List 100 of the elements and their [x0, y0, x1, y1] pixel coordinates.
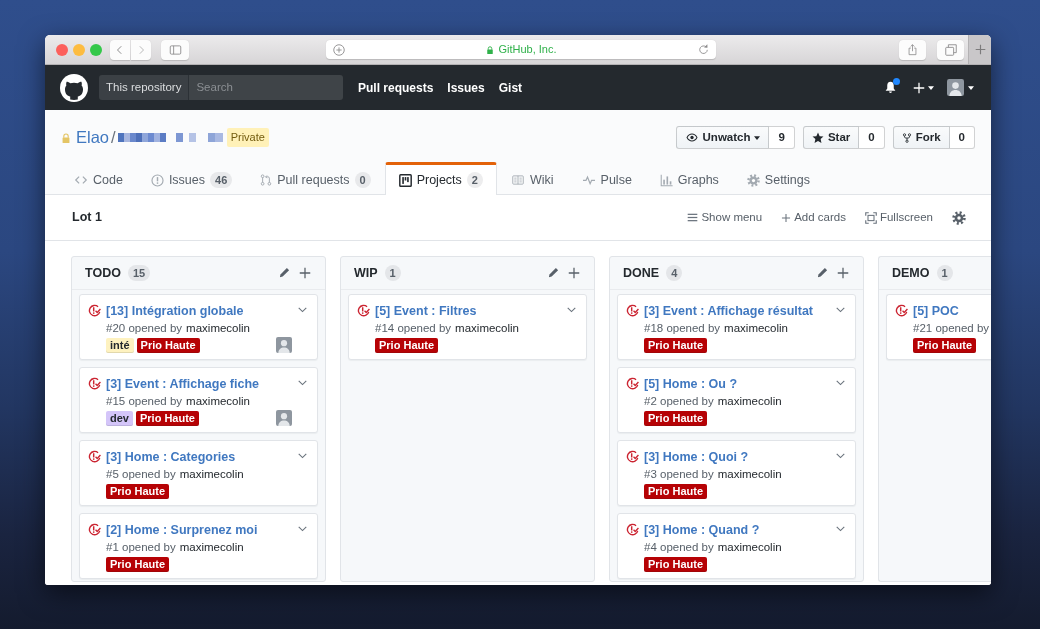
issue-icon: [150, 173, 164, 187]
fork-count[interactable]: 0: [949, 126, 975, 149]
column-name: DONE: [623, 264, 660, 282]
author-link[interactable]: maximecolin: [179, 466, 244, 483]
repo-tab[interactable]: Wiki: [496, 162, 568, 195]
repo-tab[interactable]: Pull requests 0: [246, 162, 385, 195]
add-bookmark-icon[interactable]: [333, 43, 345, 56]
issue-label[interactable]: Prio Haute: [913, 337, 976, 353]
repo-tab[interactable]: Settings: [732, 162, 824, 195]
issue-title-link[interactable]: [5] Home : Ou ?: [644, 376, 738, 392]
author-link[interactable]: maximecolin: [455, 320, 520, 337]
issue-card[interactable]: [2] Home : Surprenez moi #1 opened by maximecolin Prio Haute: [79, 513, 318, 579]
repo-tab[interactable]: Code: [60, 162, 137, 195]
watch-count[interactable]: 9: [769, 126, 795, 149]
add-card-button[interactable]: [837, 267, 849, 279]
issue-meta: #15 opened by: [106, 394, 183, 409]
issue-title-link[interactable]: [3] Home : Quoi ?: [644, 449, 749, 465]
notifications-button[interactable]: [884, 80, 897, 95]
author-link[interactable]: maximecolin: [724, 320, 789, 337]
issue-title-link[interactable]: [3] Event : Affichage fiche: [106, 376, 260, 392]
caret-icon: [968, 85, 974, 90]
issue-title-link[interactable]: [3] Home : Quand ?: [644, 522, 760, 538]
issue-closed-icon: [895, 304, 908, 317]
issue-card[interactable]: [5] Home : Ou ? #2 opened by maximecolin Prio Haute: [617, 367, 856, 433]
issue-card[interactable]: [5] Event : Filtres #14 opened by maximecolin Prio Haute: [348, 294, 587, 360]
repo-tab[interactable]: Graphs: [645, 162, 733, 195]
avatar-icon[interactable]: [276, 410, 292, 426]
issue-title-link[interactable]: [2] Home : Surprenez moi: [106, 522, 258, 538]
issue-card[interactable]: [3] Event : Affichage résultat #18 opened by maximecolin Prio Haute: [617, 294, 856, 360]
issue-label[interactable]: Prio Haute: [375, 337, 438, 353]
nav-link[interactable]: Pull requests: [358, 78, 434, 97]
issue-label[interactable]: Prio Haute: [644, 410, 707, 426]
author-link[interactable]: maximecolin: [717, 393, 782, 410]
issue-label[interactable]: Prio Haute: [106, 483, 169, 499]
tab-overview-button[interactable]: [937, 39, 964, 60]
repo-tab[interactable]: Issues 46: [136, 162, 247, 195]
issue-label[interactable]: inté: [106, 337, 134, 353]
avatar-icon[interactable]: [276, 337, 292, 353]
issue-card[interactable]: [5] POC #21 opened by Prio Haute: [886, 294, 991, 360]
author-link[interactable]: maximecolin: [186, 320, 251, 337]
issue-label[interactable]: Prio Haute: [135, 410, 199, 426]
repo-tab[interactable]: Projects 2: [384, 162, 497, 195]
sidebar-button[interactable]: [161, 39, 189, 60]
star-count[interactable]: 0: [859, 126, 885, 149]
author-link[interactable]: maximecolin: [717, 466, 782, 483]
search-field[interactable]: Search: [189, 75, 343, 100]
new-tab-button[interactable]: [968, 35, 991, 64]
fork-icon: [901, 131, 912, 144]
edit-column-button[interactable]: [278, 267, 290, 279]
author-link[interactable]: maximecolin: [186, 393, 251, 410]
issue-title-link[interactable]: [3] Event : Affichage résultat: [644, 303, 813, 319]
issue-card[interactable]: [3] Home : Categories #5 opened by maximecolin Prio Haute: [79, 440, 318, 506]
author-link[interactable]: maximecolin: [717, 539, 782, 556]
issue-label[interactable]: Prio Haute: [644, 337, 707, 353]
issue-card[interactable]: [3] Home : Quoi ? #3 opened by maximecolin Prio Haute: [617, 440, 856, 506]
watch-button[interactable]: Unwatch: [675, 126, 770, 149]
issue-title-link[interactable]: [5] Event : Filtres: [375, 303, 477, 319]
nav-link[interactable]: Gist: [498, 78, 523, 97]
toolbar-link[interactable]: Show menu: [687, 208, 763, 227]
issue-label[interactable]: dev: [106, 410, 133, 426]
code-icon: [74, 174, 88, 186]
issue-label[interactable]: Prio Haute: [644, 483, 707, 499]
add-card-button[interactable]: [568, 267, 580, 279]
issue-title-link[interactable]: [13] Intégration globale: [106, 303, 244, 319]
edit-column-button[interactable]: [547, 267, 559, 279]
card-count: 4: [666, 265, 683, 281]
issue-closed-icon: [88, 523, 101, 536]
issue-title-link[interactable]: [5] POC: [913, 303, 959, 319]
issue-card[interactable]: [3] Home : Quand ? #4 opened by maximecolin Prio Haute: [617, 513, 856, 579]
star-button[interactable]: Star: [802, 126, 860, 149]
create-menu-button[interactable]: [913, 81, 934, 94]
caret-icon: [928, 85, 934, 90]
pencil-icon: [547, 267, 559, 279]
issue-closed-icon: [626, 377, 639, 390]
author-link[interactable]: maximecolin: [179, 539, 244, 556]
fork-button[interactable]: Fork: [892, 126, 950, 149]
cat-logo-icon[interactable]: [60, 73, 88, 102]
close-icon[interactable]: [56, 43, 68, 56]
nav-link[interactable]: Issues: [447, 78, 485, 97]
toolbar-link[interactable]: Fullscreen: [864, 208, 933, 227]
share-button[interactable]: [899, 39, 926, 60]
plus-icon: [913, 81, 925, 94]
search-scope[interactable]: This repository: [99, 75, 190, 100]
issue-label[interactable]: Prio Haute: [106, 556, 169, 572]
add-card-button[interactable]: [299, 267, 311, 279]
profile-menu-button[interactable]: [947, 79, 974, 96]
settings-icon[interactable]: [952, 210, 966, 225]
issue-title-link[interactable]: [3] Home : Categories: [106, 449, 236, 465]
card-count: 15: [127, 265, 151, 281]
bell-icon: [884, 80, 897, 95]
plus-icon: [299, 267, 311, 279]
owner-link[interactable]: Elao: [76, 125, 110, 150]
toolbar-link[interactable]: Add cards: [781, 208, 846, 227]
issue-label[interactable]: Prio Haute: [644, 556, 707, 572]
repo-tab[interactable]: Pulse: [567, 162, 646, 195]
issue-card[interactable]: [3] Event : Affichage fiche #15 opened by maximecolin dev Prio Haute: [79, 367, 318, 433]
issue-card[interactable]: [13] Intégration globale #20 opened by maximecolin inté Prio Haute: [79, 294, 318, 360]
edit-column-button[interactable]: [816, 267, 828, 279]
issue-label[interactable]: Prio Haute: [136, 337, 200, 353]
reload-icon[interactable]: [698, 44, 709, 55]
